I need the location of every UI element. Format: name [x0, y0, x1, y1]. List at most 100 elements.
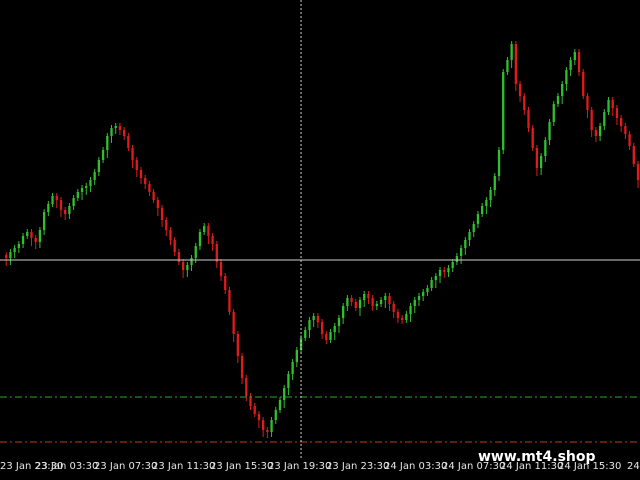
- candle-body: [236, 334, 240, 356]
- candle-body: [489, 190, 492, 200]
- candle-body: [131, 148, 134, 160]
- candle-body: [426, 288, 429, 292]
- candle-body: [523, 96, 526, 110]
- candle-body: [283, 388, 286, 400]
- candle: [502, 69, 505, 154]
- candle-body: [342, 306, 345, 318]
- candle-body: [552, 104, 555, 122]
- candle-body: [232, 312, 235, 334]
- time-axis-label: 23 Jan 15:30: [210, 461, 274, 472]
- candle-body: [72, 198, 75, 206]
- candle-body: [375, 304, 379, 306]
- candle-body: [363, 294, 366, 300]
- candle-body: [51, 196, 54, 204]
- time-axis-label: 24 Jan 07:30: [442, 461, 506, 472]
- candle-body: [367, 294, 370, 298]
- candle-body: [30, 232, 33, 238]
- candle: [632, 143, 635, 167]
- candle-body: [337, 318, 341, 326]
- candle-body: [548, 122, 551, 140]
- candle-body: [17, 244, 21, 248]
- candle-body: [354, 302, 357, 308]
- candle-body: [603, 112, 606, 126]
- candle-body: [165, 220, 168, 230]
- candle-body: [325, 334, 328, 340]
- chart-background: [0, 0, 640, 480]
- candle-body: [106, 136, 109, 150]
- candle-body: [144, 178, 147, 184]
- candle-body: [156, 200, 159, 208]
- candle-body: [240, 356, 244, 378]
- candle-body: [59, 200, 63, 210]
- candle-body: [535, 148, 539, 168]
- candle-body: [186, 265, 189, 270]
- candle-body: [590, 110, 593, 130]
- candle-body: [459, 248, 463, 256]
- candle-body: [308, 320, 311, 330]
- time-axis-label: 24 Jan 11:30: [500, 461, 564, 472]
- candle-body: [207, 226, 210, 236]
- candle-body: [152, 192, 155, 200]
- candle-body: [101, 150, 105, 160]
- candle-body: [287, 374, 290, 388]
- candle-body: [396, 312, 400, 318]
- candle-body: [619, 118, 623, 126]
- candle-body: [9, 252, 12, 258]
- candle-body: [434, 276, 437, 280]
- candle-body: [333, 326, 336, 332]
- candle-body: [430, 280, 433, 288]
- candle-body: [80, 188, 84, 192]
- candle-body: [320, 322, 324, 334]
- candle-body: [118, 126, 122, 130]
- candle-body: [464, 240, 467, 248]
- candle-body: [443, 270, 446, 272]
- candle-body: [611, 100, 614, 108]
- candle-body: [211, 236, 214, 244]
- candle-body: [573, 52, 576, 60]
- candle-body: [139, 170, 143, 178]
- candle-body: [628, 134, 631, 146]
- candle-body: [26, 232, 29, 236]
- candle-body: [561, 84, 564, 96]
- candle-body: [384, 296, 387, 300]
- candle-body: [64, 210, 67, 214]
- candle-body: [194, 246, 197, 258]
- candle-body: [405, 314, 408, 320]
- candle: [514, 41, 518, 91]
- candle-body: [261, 420, 265, 430]
- candle-body: [257, 414, 261, 420]
- candle-body: [413, 300, 416, 306]
- price-chart[interactable]: [0, 0, 640, 480]
- time-axis-label: 24 Jan: [627, 461, 640, 472]
- candle-body: [565, 70, 568, 84]
- candle-body: [497, 150, 501, 176]
- candle-body: [392, 304, 395, 312]
- candle-body: [506, 60, 509, 72]
- candle-body: [190, 258, 193, 265]
- candle-body: [556, 96, 560, 104]
- candle-body: [215, 244, 218, 262]
- candle-body: [636, 164, 640, 180]
- candle-body: [582, 72, 585, 96]
- candle-body: [539, 156, 543, 168]
- time-axis-label: 24 Jan 15:30: [558, 461, 622, 472]
- candle-body: [615, 108, 619, 118]
- time-axis-label: 23 Jan 11:30: [152, 461, 216, 472]
- time-axis-label: 23 Jan 19:30: [268, 461, 332, 472]
- candle-body: [493, 176, 496, 190]
- candle-body: [173, 240, 176, 252]
- candle-body: [295, 350, 298, 362]
- candle-body: [122, 130, 126, 136]
- time-axis-label: 23 Jan 23:30: [326, 461, 390, 472]
- candle-body: [569, 60, 572, 70]
- candle-body: [510, 44, 513, 60]
- candle-body: [76, 192, 79, 198]
- candle-body: [316, 316, 320, 322]
- candle-body: [476, 214, 480, 224]
- candle: [497, 147, 501, 181]
- candle-body: [624, 126, 627, 134]
- candle-body: [34, 238, 37, 242]
- candle-body: [371, 298, 374, 306]
- candle-body: [13, 248, 16, 252]
- candle: [577, 49, 581, 76]
